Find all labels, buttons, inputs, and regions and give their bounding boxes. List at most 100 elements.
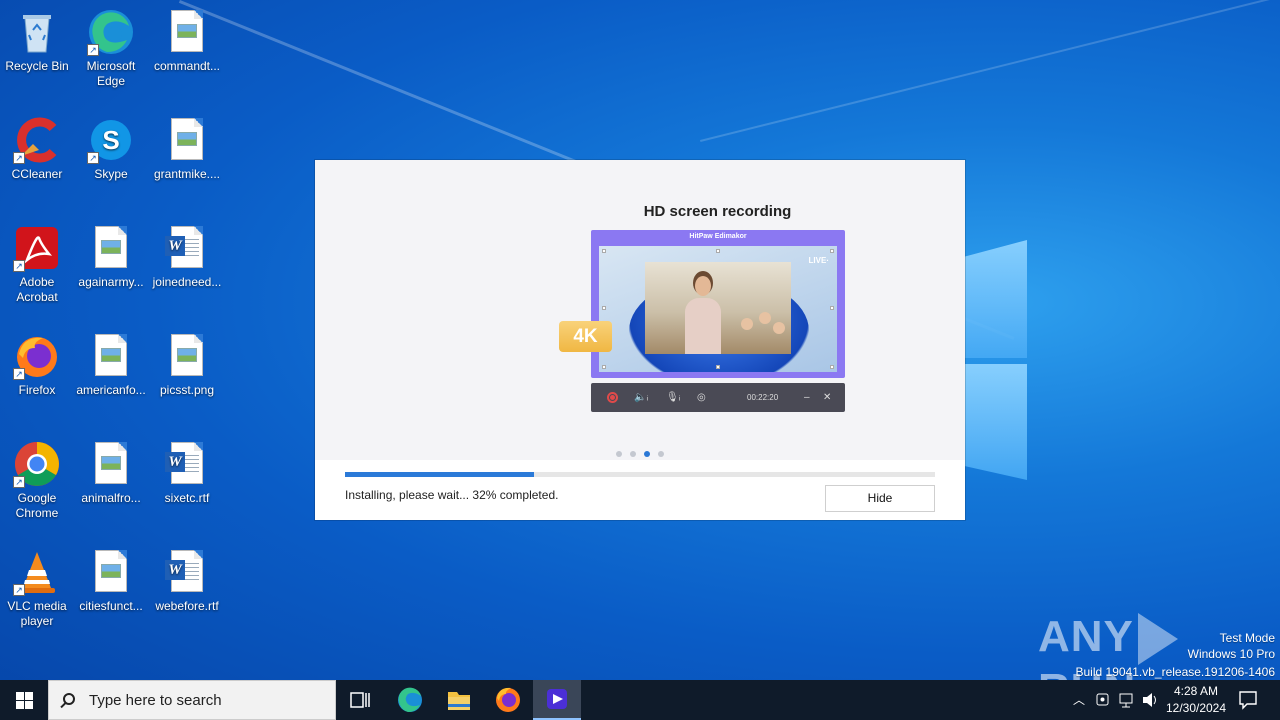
recycle-bin-icon	[13, 8, 61, 56]
live-badge: LIVE·	[808, 256, 829, 265]
preview-app-title: HitPaw Edimakor	[689, 233, 747, 240]
recording-timer: 00:22:20	[747, 393, 779, 402]
resize-handle	[830, 249, 834, 253]
carousel-dots	[315, 444, 965, 462]
desktop-icon-citiesfunct[interactable]: citiesfunct...	[74, 548, 148, 614]
taskbar-search-box[interactable]: Type here to search	[48, 680, 336, 720]
taskbar-file-explorer-button[interactable]	[435, 680, 483, 720]
desktop-icon-label: picsst.png	[159, 383, 215, 397]
desktop-icon-americanfo[interactable]: americanfo...	[74, 332, 148, 398]
network-icon[interactable]	[1117, 680, 1137, 720]
start-button[interactable]	[0, 680, 48, 720]
resize-handle	[602, 249, 606, 253]
install-progress-fill	[345, 472, 534, 477]
taskbar: Type here to search ︿ 4:28 AM 12/30/2024	[0, 680, 1280, 720]
carousel-dot-active[interactable]	[644, 451, 650, 457]
preview-screen: LIVE·	[599, 246, 837, 372]
desktop-icon-label: Microsoft Edge	[86, 59, 136, 88]
record-icon	[607, 392, 618, 403]
desktop-icon-joinedneed[interactable]: W joinedneed...	[150, 224, 224, 290]
test-mode-text: Test Mode	[1219, 631, 1275, 645]
desktop-icon-label: sixetc.rtf	[164, 491, 210, 505]
desktop-icon-label: americanfo...	[76, 383, 146, 397]
taskbar-edge-button[interactable]	[386, 680, 434, 720]
wallpaper-windows-logo	[965, 240, 1030, 480]
desktop-icon-animalfro[interactable]: animalfro...	[74, 440, 148, 506]
install-status-text: Installing, please wait... 32% completed…	[345, 488, 559, 502]
microphone-icon: 🎙ᵢ	[666, 392, 681, 403]
recorder-preview: HitPaw Edimakor LIVE·	[591, 230, 845, 378]
hide-button[interactable]: Hide	[825, 485, 935, 512]
windows-edition-text: Windows 10 Pro	[1187, 647, 1275, 661]
desktop-icon-ccleaner[interactable]: ↗ CCleaner	[0, 116, 74, 182]
resize-handle	[602, 306, 606, 310]
resize-handle	[830, 365, 834, 369]
desktop-icon-google-chrome[interactable]: ↗ Google Chrome	[0, 440, 74, 521]
wallpaper-ray	[700, 0, 1280, 142]
desktop-icon-grantmike[interactable]: grantmike....	[150, 116, 224, 182]
desktop-icon-vlc[interactable]: ↗ VLC media player	[0, 548, 74, 629]
image-file-icon	[163, 332, 211, 380]
taskbar-firefox-button[interactable]	[484, 680, 532, 720]
search-icon	[63, 693, 75, 705]
desktop-icon-commandt[interactable]: commandt...	[150, 8, 224, 74]
minimize-icon: –	[804, 392, 810, 403]
taskbar-edimakor-button[interactable]	[533, 680, 581, 720]
desktop-icon-label: Recycle Bin	[5, 59, 69, 73]
carousel-dot[interactable]	[658, 451, 664, 457]
desktop-icon-adobe-acrobat[interactable]: ↗ Adobe Acrobat	[0, 224, 74, 305]
desktop-icon-label: commandt...	[153, 59, 221, 73]
desktop-icon-label: webefore.rtf	[155, 599, 219, 613]
students-figure	[737, 312, 787, 352]
desktop-icon-label: Firefox	[18, 383, 56, 397]
volume-icon[interactable]	[1140, 680, 1160, 720]
speaker-icon: 🔈ᵢ	[634, 392, 649, 403]
desktop-icon-edge[interactable]: ↗ Microsoft Edge	[74, 8, 148, 89]
edge-icon: ↗	[87, 8, 135, 56]
install-progress-bar	[345, 472, 935, 477]
desktop-icon-label: animalfro...	[81, 491, 141, 505]
carousel-dot[interactable]	[616, 451, 622, 457]
desktop-icon-recycle-bin[interactable]: Recycle Bin	[0, 8, 74, 74]
desktop-icon-label: Adobe Acrobat	[16, 275, 58, 304]
system-clock[interactable]: 4:28 AM 12/30/2024	[1160, 683, 1232, 717]
svg-text:S: S	[102, 125, 119, 155]
close-icon: ✕	[823, 392, 832, 403]
slide-title: HD screen recording	[643, 203, 792, 220]
presenter-figure	[685, 276, 721, 354]
chrome-icon: ↗	[13, 440, 61, 488]
clock-time: 4:28 AM	[1173, 684, 1219, 698]
desktop-icon-label: grantmike....	[153, 167, 221, 181]
image-file-icon	[163, 116, 211, 164]
resize-handle	[716, 249, 720, 253]
recorder-toolbar: 🔈ᵢ 🎙ᵢ ◎ 00:22:20 – ✕	[591, 383, 845, 412]
vlc-icon: ↗	[13, 548, 61, 596]
desktop-icon-firefox[interactable]: ↗ Firefox	[0, 332, 74, 398]
desktop-icon-picsst[interactable]: picsst.png	[150, 332, 224, 398]
webcam-photo	[645, 262, 791, 354]
device-icon[interactable]	[1094, 680, 1112, 720]
image-file-icon	[87, 332, 135, 380]
desktop-icon-againarmy[interactable]: againarmy...	[74, 224, 148, 290]
desktop-icon-label: VLC media player	[7, 599, 67, 628]
desktop-icon-label: Skype	[94, 167, 128, 181]
search-placeholder: Type here to search	[89, 692, 222, 709]
installer-dialog: HD screen recording HitPaw Edimakor LIVE…	[315, 160, 965, 520]
desktop-icon-label: againarmy...	[78, 275, 144, 289]
image-file-icon	[163, 8, 211, 56]
resize-handle	[830, 306, 834, 310]
word-document-icon: W	[163, 224, 211, 272]
feature-carousel: HD screen recording HitPaw Edimakor LIVE…	[315, 160, 965, 460]
desktop-icon-label: joinedneed...	[152, 275, 222, 289]
resize-handle	[602, 365, 606, 369]
show-hidden-icons-button[interactable]: ︿	[1070, 680, 1088, 720]
image-file-icon	[87, 548, 135, 596]
desktop-icon-sixetc[interactable]: W sixetc.rtf	[150, 440, 224, 506]
image-file-icon	[87, 440, 135, 488]
task-view-button[interactable]	[336, 680, 384, 720]
desktop-icon-webefore[interactable]: W webefore.rtf	[150, 548, 224, 614]
desktop-icon-skype[interactable]: S ↗ Skype	[74, 116, 148, 182]
action-center-button[interactable]	[1236, 680, 1260, 720]
carousel-dot[interactable]	[630, 451, 636, 457]
play-icon	[1137, 613, 1178, 666]
